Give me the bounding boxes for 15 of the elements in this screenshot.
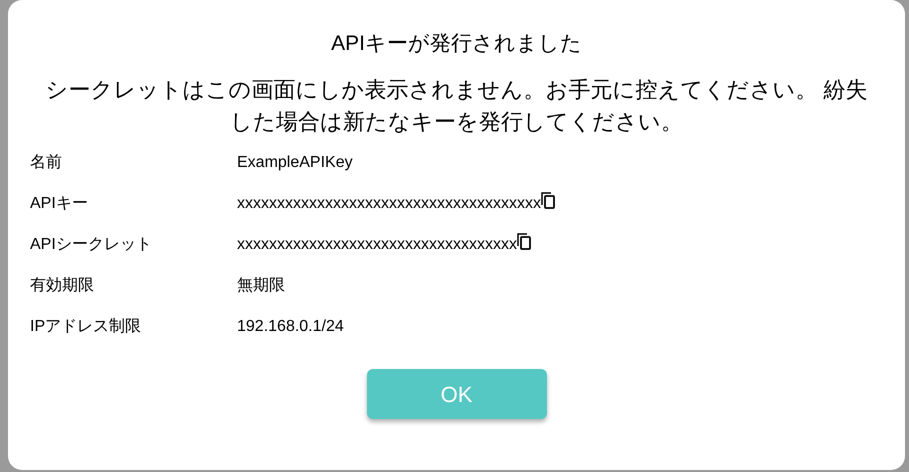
field-value: xxxxxxxxxxxxxxxxxxxxxxxxxxxxxxxxxxx <box>237 234 517 254</box>
field-label: APIシークレット <box>30 234 153 254</box>
copy-icon[interactable] <box>541 192 555 209</box>
field-label: APIキー <box>30 194 89 214</box>
field-label: 有効期限 <box>30 276 95 296</box>
field-value: 無期限 <box>237 276 285 296</box>
field-label: IPアドレス制限 <box>30 316 142 336</box>
field-value: xxxxxxxxxxxxxxxxxxxxxxxxxxxxxxxxxxxxxx <box>237 194 541 214</box>
ok-button[interactable]: OK <box>366 369 546 419</box>
field-label: 名前 <box>30 152 63 172</box>
dialog-title: APIキーが発行されました <box>331 31 582 57</box>
field-value: ExampleAPIKey <box>237 152 353 172</box>
field-value: 192.168.0.1/24 <box>237 316 344 336</box>
copy-icon[interactable] <box>517 233 531 250</box>
dialog-message: シークレットはこの画面にしか表示されません。お手元に控えてください。 紛失した場合は新たなキーを発行してください。 <box>44 76 869 136</box>
